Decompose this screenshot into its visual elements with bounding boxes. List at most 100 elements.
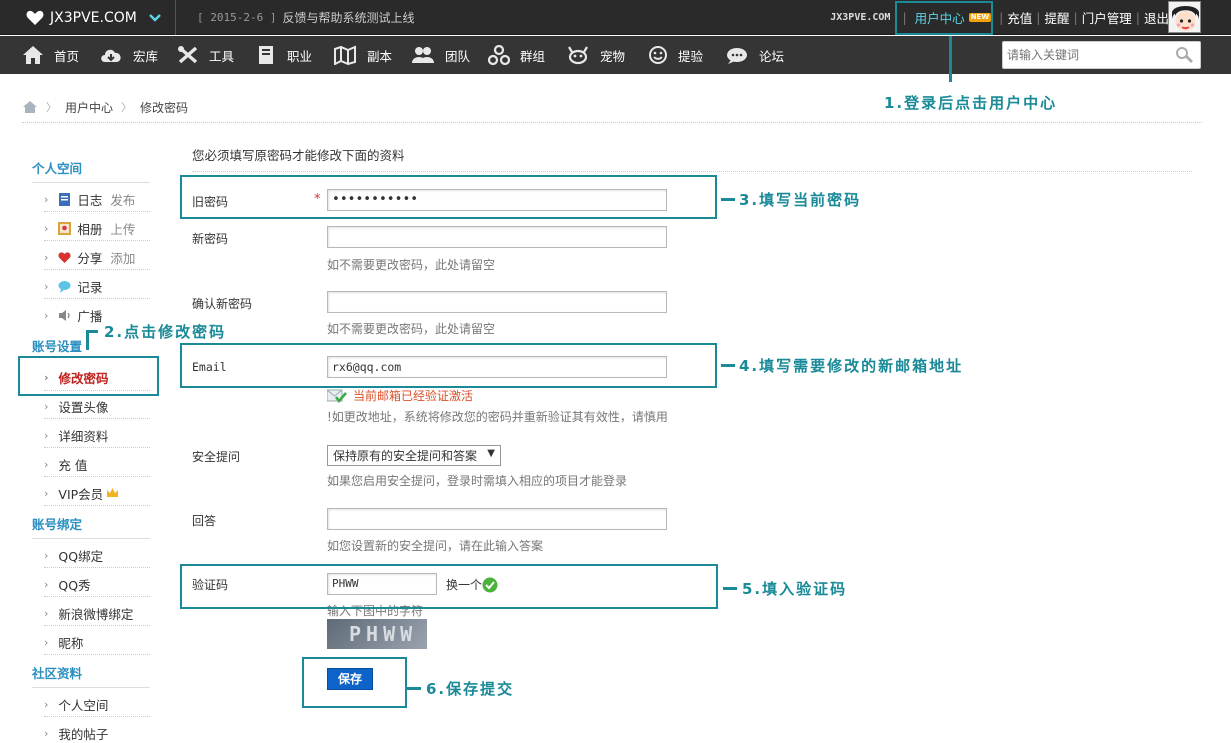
sidebar-item-label: 相册 (77, 221, 103, 237)
chevron-right-icon: › (44, 577, 49, 591)
confirm-password-field[interactable] (327, 291, 667, 313)
divider (32, 538, 150, 539)
security-question-value: 保持原有的安全提问和答案 (333, 449, 478, 463)
answer-field[interactable] (327, 508, 667, 530)
annotation-step5: 5.填入验证码 (742, 580, 848, 598)
form-intro: 您必须填写原密码才能修改下面的资料 (192, 148, 405, 163)
home-icon[interactable] (22, 100, 38, 114)
captcha-image-text: PHWW (349, 622, 418, 646)
annotation-step4: 4.填写需要修改的新邮箱地址 (739, 357, 964, 375)
nav-class[interactable]: 职业 (255, 36, 312, 74)
chevron-right-icon: › (44, 308, 49, 322)
new-password-hint: 如不需要更改密码，此处请留空 (327, 258, 496, 272)
sidebar-item-profile[interactable]: › 详细资料 (44, 426, 108, 444)
caret-down-icon: ▼ (487, 448, 495, 459)
new-password-field[interactable] (327, 226, 667, 248)
nav-label: 职业 (287, 48, 313, 64)
logout-link[interactable]: 退出 (1144, 8, 1169, 27)
sidebar-item-label: 分享 (77, 250, 103, 266)
captcha-image[interactable]: PHWW (327, 619, 427, 649)
sidebar-item-blog[interactable]: › 日志 发布 (44, 190, 135, 208)
cloud-icon (101, 49, 121, 62)
remind-link[interactable]: 提醒 (1045, 8, 1070, 27)
sidebar-item-qq-show[interactable]: › QQ秀 (44, 575, 91, 593)
main-nav: 首页 宏库 工具 职业 副本 团队 群组 宠物 提验 论坛 (0, 36, 1231, 74)
notice-text[interactable]: 反馈与帮助系统测试上线 (282, 9, 414, 26)
sidebar-item-broadcast[interactable]: › 广播 (44, 306, 102, 324)
divider (44, 476, 150, 477)
divider (44, 240, 150, 241)
nav-label: 宏库 (133, 48, 159, 64)
sidebar-item-action[interactable]: 发布 (110, 190, 135, 209)
nav-pet[interactable]: 宠物 (566, 36, 625, 74)
divider: | (1135, 10, 1140, 25)
sidebar-head-binding: 账号绑定 (32, 517, 83, 532)
sidebar-item-action[interactable]: 上传 (110, 219, 135, 238)
nav-home[interactable]: 首页 (22, 36, 79, 74)
site-short-name: JX3PVE.COM (830, 12, 891, 23)
annotation-step6: 6.保存提交 (426, 680, 515, 698)
broadcast-icon (59, 309, 71, 321)
nav-team[interactable]: 团队 (411, 36, 470, 74)
recharge-link[interactable]: 充值 (1007, 8, 1032, 27)
sidebar-item-nickname[interactable]: › 昵称 (44, 633, 83, 651)
group-icon (488, 45, 510, 65)
sidebar-item-qq-bind[interactable]: › QQ绑定 (44, 546, 103, 564)
sidebar-item-weibo-bind[interactable]: › 新浪微博绑定 (44, 604, 133, 622)
site-logo[interactable]: JX3PVE.COM (0, 0, 176, 35)
nav-forum[interactable]: 论坛 (725, 36, 784, 74)
nav-macro[interactable]: 宏库 (99, 36, 158, 74)
sidebar-item-album[interactable]: › 相册 上传 (44, 219, 135, 237)
avatar[interactable] (1168, 1, 1201, 33)
new-password-label: 新密码 (192, 232, 229, 246)
portal-admin-link[interactable]: 门户管理 (1082, 8, 1132, 27)
divider (44, 298, 150, 299)
breadcrumb-user-center[interactable]: 用户中心 (65, 99, 113, 116)
sidebar-item-my-posts[interactable]: › 我的帖子 (44, 724, 108, 742)
chevron-right-icon: › (44, 279, 49, 293)
annotation-connector (721, 364, 735, 367)
breadcrumb: 〉 用户中心 〉 修改密码 (22, 98, 188, 116)
share-icon (58, 251, 71, 263)
sidebar-item-label: 设置头像 (58, 399, 109, 415)
nav-label: 团队 (445, 48, 471, 64)
search-box (1002, 41, 1201, 69)
nav-tools[interactable]: 工具 (177, 36, 234, 74)
sidebar-item-label: 记录 (77, 279, 103, 295)
sidebar-item-recharge[interactable]: › 充 值 (44, 455, 87, 473)
nav-dungeon[interactable]: 副本 (333, 36, 392, 74)
sidebar-item-share[interactable]: › 分享 添加 (44, 248, 135, 266)
chevron-down-icon[interactable] (148, 13, 161, 22)
nav-experience[interactable]: 提验 (648, 36, 703, 74)
divider (44, 269, 150, 270)
answer-label: 回答 (192, 514, 217, 528)
sidebar-item-vip[interactable]: › VIP会员 (44, 484, 119, 502)
notice-bar[interactable]: [ 2015-2-6 ] 反馈与帮助系统测试上线 (197, 0, 415, 35)
divider (44, 567, 150, 568)
email-hint: !如更改地址，系统将修改您的密码并重新验证其有效性，请慎用 (327, 410, 668, 424)
security-question-select[interactable]: 保持原有的安全提问和答案 ▼ (327, 445, 501, 466)
nav-label: 论坛 (759, 48, 785, 64)
sidebar-item-label: 个人空间 (58, 697, 109, 713)
annotation-connector (721, 198, 735, 201)
sidebar-item-record[interactable]: › 记录 (44, 277, 102, 295)
chevron-right-icon: › (44, 726, 49, 740)
search-input[interactable] (1003, 42, 1163, 68)
search-icon[interactable] (1174, 46, 1194, 64)
annotation-step3: 3.填写当前密码 (739, 191, 862, 209)
divider (192, 171, 1192, 172)
nav-group[interactable]: 群组 (488, 36, 545, 74)
breadcrumb-separator: 〉 (46, 101, 57, 114)
sidebar-head-personal: 个人空间 (32, 161, 83, 176)
divider (44, 418, 150, 419)
sidebar-item-personal-space[interactable]: › 个人空间 (44, 695, 108, 713)
home-icon (23, 46, 43, 64)
sidebar-item-label: QQ绑定 (58, 548, 104, 564)
divider (32, 687, 150, 688)
annotation-step1: 1.登录后点击用户中心 (884, 94, 1058, 112)
sidebar-item-action[interactable]: 添加 (110, 248, 135, 267)
sidebar-item-avatar-settings[interactable]: › 设置头像 (44, 397, 108, 415)
breadcrumb-current: 修改密码 (140, 100, 189, 115)
record-icon (58, 280, 71, 293)
sidebar-head-account: 账号设置 (32, 339, 83, 354)
